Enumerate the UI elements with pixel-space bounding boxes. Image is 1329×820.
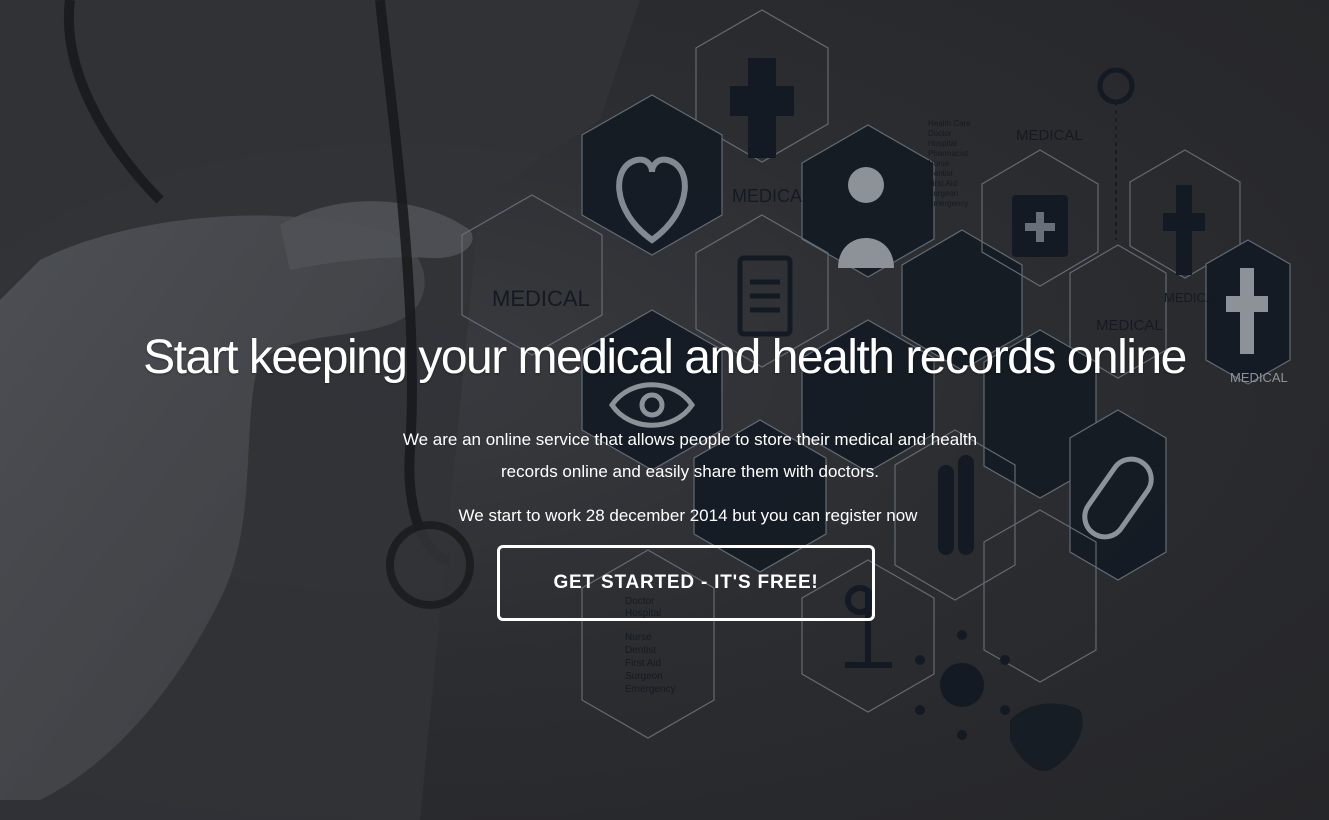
get-started-button[interactable]: GET STARTED - IT'S FREE! bbox=[497, 545, 875, 621]
launch-note: We start to work 28 december 2014 but yo… bbox=[458, 506, 918, 525]
hero-section: MEDICAL MEDICAL MEDICAL MEDICAL MEDICAL … bbox=[0, 0, 1329, 820]
hero-headline: Start keeping your medical and health re… bbox=[143, 331, 1187, 384]
hero-content: Start keeping your medical and health re… bbox=[0, 0, 1329, 820]
hero-description: We are an online service that allows peo… bbox=[402, 430, 978, 481]
